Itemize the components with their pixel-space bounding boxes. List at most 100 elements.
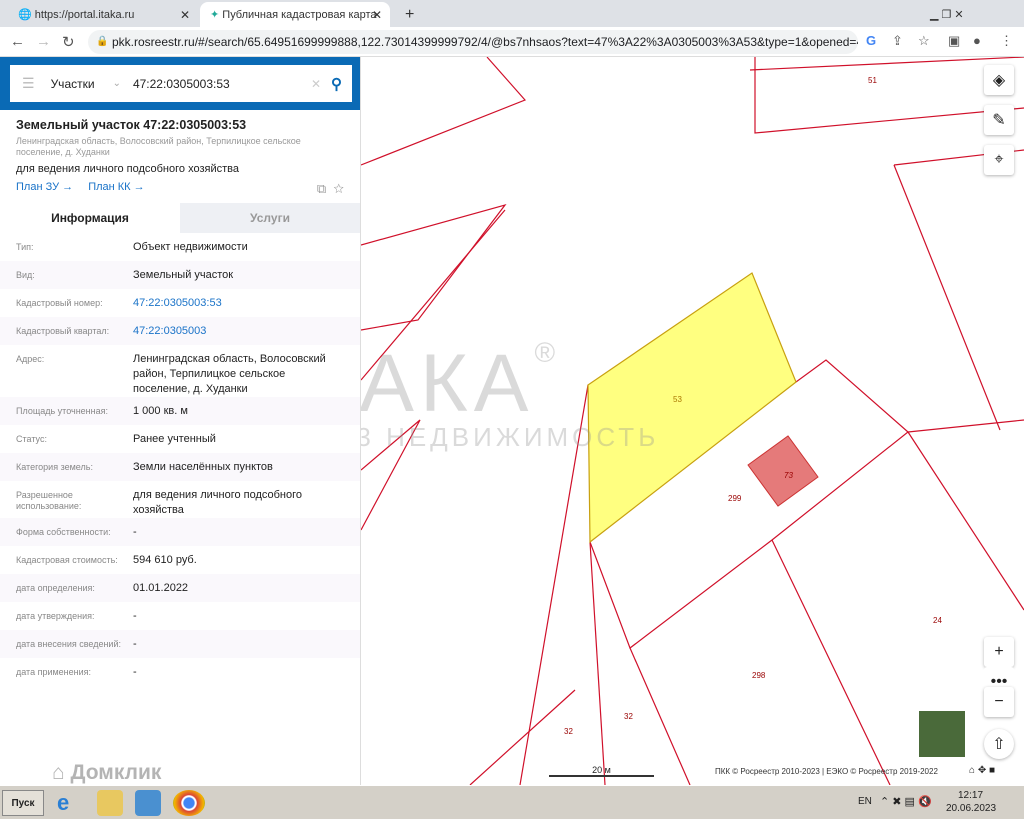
- map-footer-icons[interactable]: ⌂ ✥ ■: [969, 765, 995, 776]
- info-value: Ленинградская область, Волосовский район…: [133, 353, 326, 395]
- info-value: 01.01.2022: [133, 582, 189, 594]
- report-icon[interactable]: ⧉: [317, 181, 326, 196]
- parcel-label: 24: [933, 616, 942, 625]
- info-key: Кадастровый квартал:: [16, 326, 110, 336]
- sidepanel-icon[interactable]: ▣: [948, 33, 960, 49]
- globe-icon: 🌐: [18, 9, 35, 21]
- parcel-boundary: [771, 539, 891, 785]
- info-value: -: [133, 610, 137, 622]
- url-input[interactable]: 🔒 pkk.rosreestr.ru/#/search/65.6495169999…: [88, 30, 858, 54]
- category-select[interactable]: Участки: [51, 77, 113, 91]
- info-key: Статус:: [16, 434, 47, 444]
- info-key: Вид:: [16, 270, 35, 280]
- parcel-boundary: [907, 419, 1024, 433]
- close-tab-icon[interactable]: ✕: [372, 8, 382, 22]
- scale-bar: 20 м: [549, 765, 654, 777]
- info-row: дата утверждения: -: [0, 602, 360, 630]
- star-icon[interactable]: ☆: [918, 33, 930, 49]
- info-value: -: [133, 666, 137, 678]
- share-icon[interactable]: ⇪: [892, 33, 903, 49]
- info-value: 594 610 руб.: [133, 554, 197, 566]
- reload-icon[interactable]: ↻: [62, 33, 75, 51]
- tab-pkk[interactable]: ✦ Публичная кадастровая карта ✕: [200, 2, 390, 27]
- browser-tabbar: 🌐 https://portal.itaka.ru ✕ ✦ Публичная к…: [0, 0, 1024, 27]
- address-bar: ← → ↻ 🔒 pkk.rosreestr.ru/#/search/65.6495…: [0, 27, 1024, 57]
- info-row: Тип: Объект недвижимости: [0, 233, 360, 261]
- actions: ⧉ ☆: [317, 181, 344, 197]
- taskbar: Пуск e EN ⌃ ✖ ▤ 🔇 12:17 20.06.2023: [0, 785, 1024, 819]
- zoom-out-button[interactable]: −: [984, 687, 1014, 717]
- start-button[interactable]: Пуск: [2, 790, 44, 816]
- info-value[interactable]: 47:22:0305003: [133, 324, 344, 345]
- parcel-map[interactable]: [361, 57, 1024, 785]
- info-key: Категория земель:: [16, 462, 93, 472]
- parcel-label: 32: [624, 712, 633, 721]
- tray-icons[interactable]: ⌃ ✖ ▤ 🔇: [880, 795, 932, 808]
- close-tab-icon[interactable]: ✕: [180, 8, 190, 22]
- hamburger-icon[interactable]: ☰: [22, 75, 35, 92]
- info-value: Объект недвижимости: [133, 241, 248, 253]
- info-table: Тип: Объект недвижимости Вид: Земельный уча…: [0, 233, 360, 686]
- plan-kk-link[interactable]: План КК →: [88, 181, 144, 193]
- new-tab-button[interactable]: +: [395, 2, 424, 27]
- window-controls[interactable]: ▁ ❐ ✕: [920, 2, 974, 27]
- info-key: Форма собственности:: [16, 527, 111, 537]
- parcel-label: 73: [784, 471, 793, 480]
- clock-date[interactable]: 20.06.2023: [946, 803, 996, 814]
- info-row: Разрешенное использование: для ведения ли…: [0, 481, 360, 518]
- favorite-star-icon[interactable]: ☆: [333, 181, 344, 196]
- parcel-boundary: [361, 203, 507, 331]
- plan-zu-link[interactable]: План ЗУ →: [16, 181, 73, 193]
- parcel-address: Ленинградская область, Волосовский район…: [16, 136, 301, 157]
- info-value[interactable]: 47:22:0305003:53: [133, 296, 344, 317]
- compass-button[interactable]: ⇧: [984, 729, 1014, 759]
- parcel-label: 32: [564, 727, 573, 736]
- parcel-boundary: [749, 57, 1024, 71]
- map[interactable]: ИТАКА® 1993 НЕДВИЖИМОСТЬ 51 53 299 73 24…: [361, 57, 1024, 785]
- info-row: Адрес: Ленинградская область, Волосовский…: [0, 345, 360, 397]
- parcel-purpose: для ведения личного подсобного хозяйства: [16, 163, 239, 175]
- parcel-label: 298: [752, 671, 766, 680]
- info-row: Вид: Земельный участок: [0, 261, 360, 289]
- chevron-down-icon[interactable]: ⌄: [113, 78, 121, 89]
- google-icon[interactable]: G: [866, 33, 876, 48]
- parcel-label: 53: [673, 395, 682, 404]
- chrome-icon[interactable]: [173, 790, 205, 816]
- info-value: -: [133, 526, 137, 538]
- forward-icon[interactable]: →: [36, 33, 51, 50]
- clear-icon[interactable]: ✕: [311, 77, 321, 91]
- search-input[interactable]: 47:22:0305003:53: [133, 77, 311, 91]
- menu-icon[interactable]: ⋮: [1000, 33, 1013, 49]
- info-key: Кадастровая стоимость:: [16, 555, 118, 565]
- back-icon[interactable]: ←: [10, 33, 25, 50]
- lock-icon: 🔒: [96, 36, 109, 47]
- info-value: Земельный участок: [133, 269, 234, 281]
- info-key: Разрешенное использование:: [16, 490, 82, 511]
- ruler-button[interactable]: ✎: [984, 105, 1014, 135]
- search-icon[interactable]: ⚲: [331, 75, 342, 93]
- info-row: дата внесения сведений: -: [0, 630, 360, 658]
- clock-time[interactable]: 12:17: [958, 790, 983, 801]
- basemap-switcher[interactable]: [917, 709, 967, 759]
- info-key: дата применения:: [16, 667, 92, 677]
- locate-button[interactable]: ⌖: [984, 145, 1014, 175]
- tab-itaka[interactable]: 🌐 https://portal.itaka.ru ✕: [8, 2, 198, 27]
- tab-info[interactable]: Информация: [0, 203, 180, 233]
- ie-icon[interactable]: e: [57, 790, 83, 816]
- parcel-boundary: [361, 57, 527, 166]
- info-value: -: [133, 638, 137, 650]
- zoom-in-button[interactable]: +: [984, 637, 1014, 667]
- explorer-icon[interactable]: [97, 790, 123, 816]
- language-indicator[interactable]: EN: [858, 796, 872, 807]
- layers-button[interactable]: ◈: [984, 65, 1014, 95]
- info-value: Земли населённых пунктов: [133, 461, 273, 473]
- media-player-icon[interactable]: [135, 790, 161, 816]
- info-value: Ранее учтенный: [133, 433, 216, 445]
- profile-icon[interactable]: ●: [973, 33, 981, 48]
- info-row: Категория земель: Земли населённых пункто…: [0, 453, 360, 481]
- parcel-boundary: [361, 209, 506, 381]
- parcel-boundary: [519, 384, 589, 785]
- tab-services[interactable]: Услуги: [180, 203, 360, 233]
- info-row: дата применения: -: [0, 658, 360, 686]
- info-row: Площадь уточненная: 1 000 кв. м: [0, 397, 360, 425]
